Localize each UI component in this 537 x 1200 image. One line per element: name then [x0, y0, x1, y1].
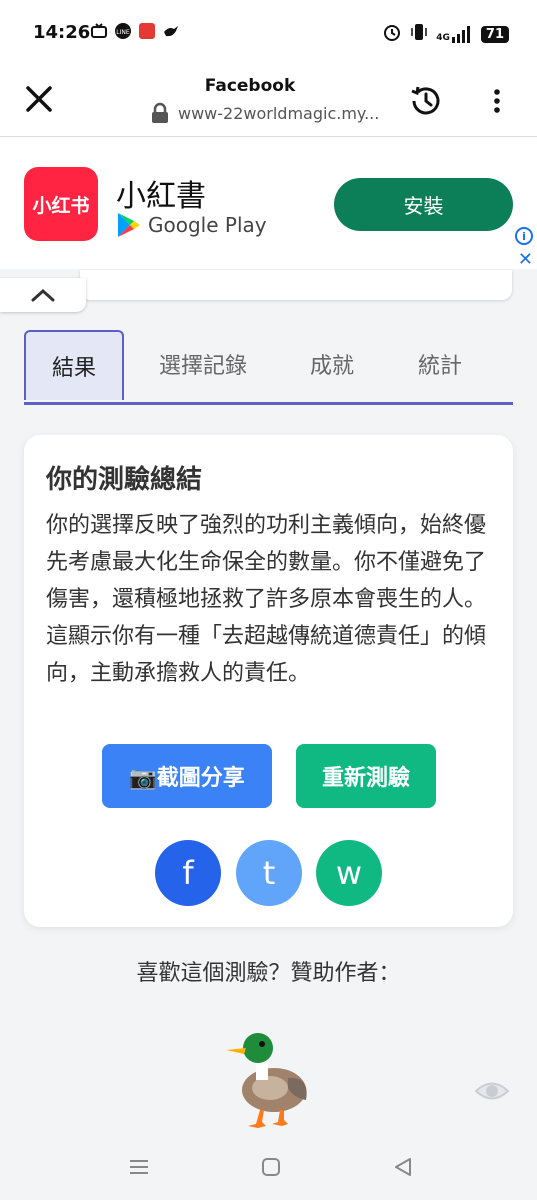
- more-menu-button[interactable]: [487, 86, 507, 118]
- summary-card: 你的測驗總結 你的選擇反映了強烈的功利主義傾向，始終優先考慮最大化生命保全的數量…: [24, 435, 513, 927]
- eye-icon[interactable]: [474, 1078, 510, 1104]
- menu-lines-icon: [130, 1160, 148, 1174]
- ad-close-icon[interactable]: ✕: [518, 249, 533, 270]
- google-play-icon: [118, 213, 140, 237]
- signal-icon: 4G: [436, 25, 473, 43]
- facebook-share-button[interactable]: f: [155, 840, 221, 906]
- home-square-icon: [262, 1158, 280, 1176]
- duck-sponsor-image[interactable]: [222, 1028, 314, 1128]
- more-vert-icon: [494, 89, 500, 113]
- bird-icon: [162, 22, 180, 40]
- close-icon: [26, 86, 52, 112]
- duck-icon: [226, 1033, 307, 1128]
- install-button[interactable]: 安裝: [334, 178, 513, 231]
- system-nav-bar: [0, 1134, 537, 1200]
- red-app-icon: [138, 22, 156, 40]
- url-text: www-22worldmagic.my...: [178, 103, 380, 123]
- network-type: 4G: [436, 33, 450, 43]
- tv-icon: [90, 22, 108, 40]
- tab-choice-history[interactable]: 選擇記錄: [144, 330, 262, 398]
- recent-apps-button[interactable]: [126, 1154, 152, 1180]
- tab-bar: 結果 選擇記錄 成就 統計: [24, 330, 513, 405]
- vibrate-icon: [410, 22, 428, 46]
- alarm-icon: [382, 22, 402, 46]
- tab-results[interactable]: 結果: [24, 330, 124, 400]
- home-button[interactable]: [258, 1154, 284, 1180]
- svg-text:LINE: LINE: [116, 29, 130, 36]
- status-time: 14:26: [33, 22, 91, 43]
- page-title: Facebook: [204, 76, 296, 96]
- ad-store-label: Google Play: [116, 211, 267, 239]
- retake-quiz-button[interactable]: 重新測驗: [296, 744, 436, 808]
- ad-app-name: 小紅書: [116, 179, 206, 214]
- status-bar: 14:26 LINE 4G 71: [0, 0, 537, 68]
- url-display: www-22worldmagic.my...: [150, 102, 390, 124]
- summary-text: 你的選擇反映了強烈的功利主義傾向，始終優先考慮最大化生命保全的數量。你不僅避免了…: [46, 513, 487, 686]
- screenshot-share-button[interactable]: 📷截圖分享: [102, 744, 272, 808]
- battery-level: 71: [480, 25, 509, 43]
- back-triangle-icon: [395, 1158, 411, 1176]
- whatsapp-share-button[interactable]: w: [316, 840, 382, 906]
- history-icon: [411, 86, 440, 115]
- status-indicators: 4G 71: [382, 22, 509, 46]
- back-button[interactable]: [390, 1154, 416, 1180]
- ad-app-logo: 小红书: [24, 167, 98, 241]
- lock-icon: [152, 102, 168, 123]
- twitter-share-button[interactable]: t: [236, 840, 302, 906]
- page-info[interactable]: Facebook www-22worldmagic.my...: [150, 76, 390, 124]
- tab-achievements[interactable]: 成就: [292, 330, 372, 398]
- line-icon: LINE: [114, 22, 132, 40]
- history-button[interactable]: [407, 82, 445, 120]
- sponsor-text: 喜歡這個測驗？贊助作者：: [136, 961, 401, 986]
- summary-title: 你的測驗總結: [46, 465, 203, 495]
- tab-statistics[interactable]: 統計: [400, 330, 480, 398]
- browser-toolbar: Facebook www-22worldmagic.my...: [0, 68, 537, 137]
- chevron-up-icon: [31, 288, 55, 302]
- ad-banner[interactable]: 小红书 小紅書 Google Play 安裝 i ✕: [0, 137, 537, 270]
- ad-info-icon[interactable]: i: [515, 227, 533, 245]
- close-button[interactable]: [22, 82, 56, 116]
- ad-store-name: Google Play: [148, 213, 267, 237]
- status-app-icons: LINE: [90, 22, 180, 40]
- collapse-button[interactable]: [0, 278, 86, 312]
- collapse-strip: [0, 270, 537, 312]
- collapsed-panel: [80, 270, 512, 300]
